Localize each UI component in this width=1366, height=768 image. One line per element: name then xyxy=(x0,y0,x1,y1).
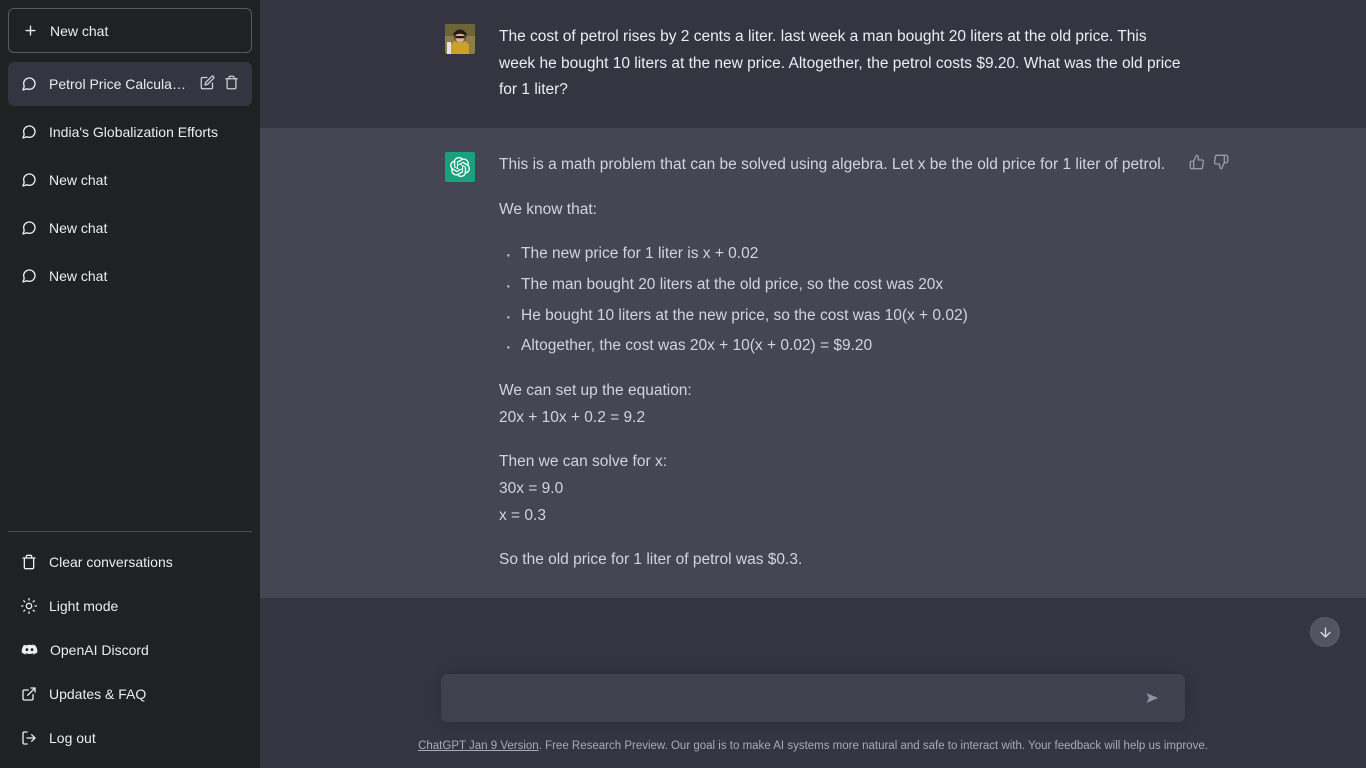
conversation-actions xyxy=(200,75,239,93)
message-icon xyxy=(21,220,37,236)
conversation-title: New chat xyxy=(49,220,108,236)
main-panel: The cost of petrol rises by 2 cents a li… xyxy=(260,0,1366,768)
chatgpt-logo-icon xyxy=(445,151,475,182)
message-icon xyxy=(21,76,37,92)
feedback-actions xyxy=(1189,154,1229,175)
thumbs-down-icon[interactable] xyxy=(1213,154,1229,175)
list-item: Altogether, the cost was 20x + 10(x + 0.… xyxy=(505,330,1181,364)
sidebar-item-indias-globalization-efforts[interactable]: India's Globalization Efforts xyxy=(8,110,252,154)
arrow-down-icon xyxy=(1318,625,1333,640)
prompt-input-container[interactable] xyxy=(441,673,1185,722)
prompt-input[interactable] xyxy=(457,673,1139,722)
composer xyxy=(429,673,1197,722)
assistant-solve-step-2: x = 0.3 xyxy=(499,506,546,524)
menu-item-log-out[interactable]: Log out xyxy=(8,716,252,760)
assistant-message: This is a math problem that can be solve… xyxy=(260,127,1366,598)
logout-icon xyxy=(21,730,37,746)
new-chat-button[interactable]: New chat xyxy=(8,8,252,53)
conversation-title: New chat xyxy=(49,172,108,188)
menu-item-updates-and-faq[interactable]: Updates & FAQ xyxy=(8,672,252,716)
chatgpt-app: New chat Petrol Price Calculation India'… xyxy=(0,0,1366,768)
user-message-text: The cost of petrol rises by 2 cents a li… xyxy=(499,28,1181,99)
menu-item-label: OpenAI Discord xyxy=(50,642,149,658)
menu-item-openai-discord[interactable]: OpenAI Discord xyxy=(8,628,252,672)
sun-icon xyxy=(21,598,37,614)
trash-icon xyxy=(21,554,37,570)
edit-icon[interactable] xyxy=(200,75,215,93)
assistant-equation: 20x + 10x + 0.2 = 9.2 xyxy=(499,408,646,426)
user-message-body: The cost of petrol rises by 2 cents a li… xyxy=(499,24,1181,104)
assistant-solve-heading: Then we can solve for x: xyxy=(499,453,667,471)
conversation-title: Petrol Price Calculation xyxy=(49,76,188,92)
assistant-known-heading: We know that: xyxy=(499,200,597,218)
version-link[interactable]: ChatGPT Jan 9 Version xyxy=(418,740,539,752)
message-thread: The cost of petrol rises by 2 cents a li… xyxy=(260,0,1366,656)
assistant-conclusion: So the old price for 1 liter of petrol w… xyxy=(499,551,803,569)
sidebar-footer-menu: Clear conversations Light mode OpenAI Di… xyxy=(8,531,252,760)
assistant-intro: This is a math problem that can be solve… xyxy=(499,155,1166,173)
composer-area: ChatGPT Jan 9 Version. Free Research Pre… xyxy=(260,655,1366,768)
footer-disclaimer: ChatGPT Jan 9 Version. Free Research Pre… xyxy=(260,722,1366,768)
assistant-message-inner: This is a math problem that can be solve… xyxy=(433,151,1229,574)
menu-item-label: Clear conversations xyxy=(49,554,173,570)
assistant-equation-heading: We can set up the equation: xyxy=(499,381,692,399)
sidebar-item-new-chat-3[interactable]: New chat xyxy=(8,254,252,298)
assistant-bullet-list: The new price for 1 liter is x + 0.02 Th… xyxy=(499,238,1181,364)
delete-icon[interactable] xyxy=(224,75,239,93)
sidebar-item-petrol-price-calculation[interactable]: Petrol Price Calculation xyxy=(8,62,252,106)
user-message: The cost of petrol rises by 2 cents a li… xyxy=(260,0,1366,128)
disclaimer-text: . Free Research Preview. Our goal is to … xyxy=(538,739,1208,752)
user-message-inner: The cost of petrol rises by 2 cents a li… xyxy=(433,24,1193,104)
assistant-message-body: This is a math problem that can be solve… xyxy=(499,152,1181,574)
conversation-list: Petrol Price Calculation India's Globali… xyxy=(8,62,252,531)
conversation-title: New chat xyxy=(49,268,108,284)
assistant-solve-step-1: 30x = 9.0 xyxy=(499,479,564,497)
list-item: The new price for 1 liter is x + 0.02 xyxy=(505,238,1181,272)
avatar xyxy=(445,24,475,54)
menu-item-clear-conversations[interactable]: Clear conversations xyxy=(8,540,252,584)
menu-item-label: Log out xyxy=(49,730,96,746)
discord-icon xyxy=(21,642,38,659)
message-icon xyxy=(21,268,37,284)
list-item: He bought 10 liters at the new price, so… xyxy=(505,300,1181,334)
menu-item-label: Updates & FAQ xyxy=(49,686,147,702)
menu-item-light-mode[interactable]: Light mode xyxy=(8,584,252,628)
plus-icon xyxy=(23,23,38,38)
message-icon xyxy=(21,172,37,188)
send-button[interactable] xyxy=(1144,689,1161,706)
thumbs-up-icon[interactable] xyxy=(1189,154,1205,175)
sidebar-item-new-chat-2[interactable]: New chat xyxy=(8,206,252,250)
scroll-to-bottom-button[interactable] xyxy=(1310,617,1340,647)
list-item: The man bought 20 liters at the old pric… xyxy=(505,269,1181,303)
message-icon xyxy=(21,124,37,140)
sidebar: New chat Petrol Price Calculation India'… xyxy=(0,0,260,768)
menu-item-label: Light mode xyxy=(49,598,119,614)
new-chat-label: New chat xyxy=(50,22,109,39)
sidebar-item-new-chat-1[interactable]: New chat xyxy=(8,158,252,202)
conversation-title: India's Globalization Efforts xyxy=(49,124,218,140)
external-link-icon xyxy=(21,686,37,702)
